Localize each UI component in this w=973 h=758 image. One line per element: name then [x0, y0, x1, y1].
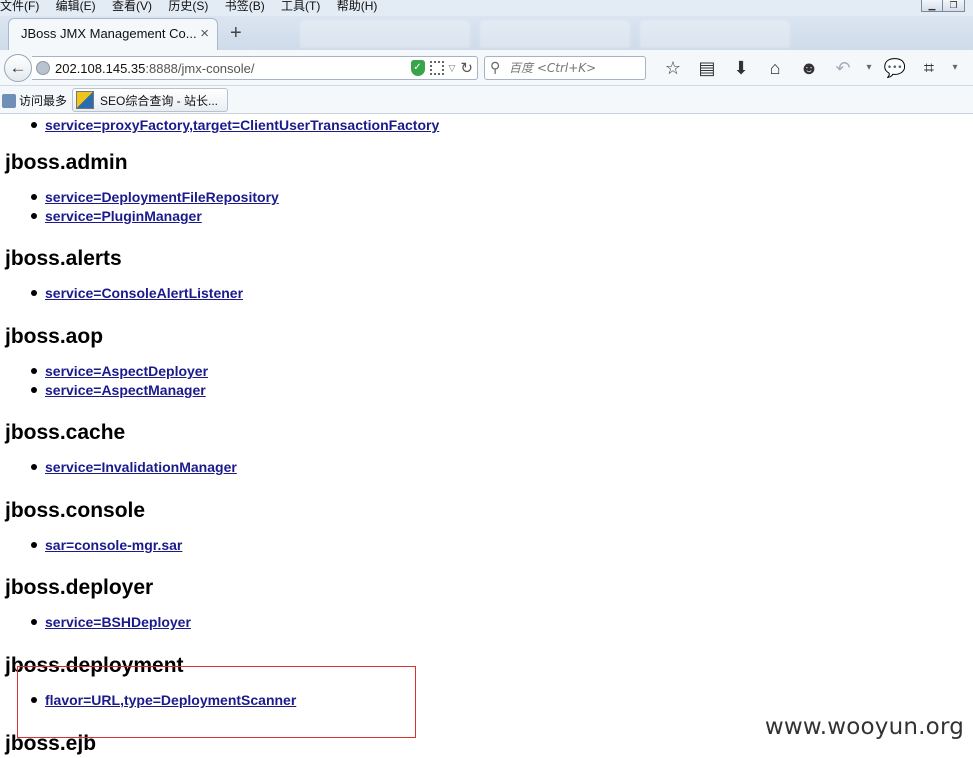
link-list: service=ConsoleAlertListener: [30, 284, 243, 303]
domain-heading: jboss.cache: [5, 421, 126, 444]
highlight-annotation: [17, 666, 416, 738]
tab-strip: JBoss JMX Management Co... × +: [0, 16, 973, 50]
download-icon[interactable]: ⬇: [724, 57, 758, 79]
menu-history[interactable]: 历史(S): [168, 0, 208, 13]
link-list: service=DeploymentFileRepository service…: [31, 188, 279, 226]
menu-help[interactable]: 帮助(H): [337, 0, 378, 13]
list-item: service=DeploymentFileRepository: [31, 188, 279, 207]
mbean-link[interactable]: sar=console-mgr.sar: [45, 537, 182, 553]
shield-check-icon[interactable]: ✓: [410, 60, 425, 76]
mbean-link[interactable]: service=AspectDeployer: [45, 363, 208, 379]
chat-icon[interactable]: 💬: [878, 57, 912, 79]
url-bar-icons: ✓ ▽ ↻: [410, 59, 473, 77]
bookmark-label: 访问最多: [19, 94, 68, 108]
search-input[interactable]: [509, 60, 639, 76]
list-item: service=InvalidationManager: [31, 458, 237, 477]
tab-jmx-console[interactable]: JBoss JMX Management Co... ×: [8, 18, 218, 50]
domain-section: jboss.alerts service=ConsoleAlertListene…: [5, 247, 243, 303]
new-tab-icon[interactable]: +: [230, 22, 242, 45]
link-list: service=BSHDeployer: [31, 613, 191, 632]
list-item: service=PluginManager: [31, 207, 279, 226]
menu-bar: 文件(F) 编辑(E) 查看(V) 历史(S) 书签(B) 工具(T) 帮助(H…: [0, 0, 973, 16]
watermark: www.wooyun.org: [764, 714, 964, 740]
link-list: service=InvalidationManager: [31, 458, 237, 477]
toolbar-icons: ☆ ▤ ⬇ ⌂ ☻ ↶ ▾ 💬 ⌗ ▾: [656, 57, 964, 79]
search-box[interactable]: ⚲: [484, 56, 646, 80]
domain-heading: jboss.aop: [5, 325, 104, 348]
page-content: service=proxyFactory,target=ClientUserTr…: [0, 114, 973, 758]
mbean-link[interactable]: service=BSHDeployer: [45, 614, 191, 630]
bookmark-label: SEO综合查询 - 站长...: [100, 93, 219, 108]
dropdown-icon[interactable]: ▾: [860, 57, 878, 79]
list-item: sar=console-mgr.sar: [30, 536, 182, 555]
history-dropdown-icon[interactable]: ▽: [449, 63, 456, 74]
menu-arrow-icon[interactable]: ▾: [946, 57, 964, 79]
mbean-link[interactable]: service=DeploymentFileRepository: [45, 189, 279, 205]
domain-section: jboss.aop service=AspectDeployer service…: [5, 325, 208, 400]
mbean-link[interactable]: service=ConsoleAlertListener: [45, 285, 243, 301]
qr-code-icon[interactable]: [429, 61, 444, 75]
domain-heading: jboss.admin: [5, 151, 128, 174]
mbean-link[interactable]: service=proxyFactory,target=ClientUserTr…: [45, 117, 439, 133]
url-path: :8888/jmx-console/: [145, 61, 255, 76]
site-favicon-icon: [76, 91, 94, 109]
list-item: service=proxyFactory,target=ClientUserTr…: [30, 116, 439, 135]
menu-view[interactable]: 查看(V): [112, 0, 152, 13]
domain-heading: jboss.deployer: [5, 576, 154, 599]
bookmarks-toolbar: 访问最多 SEO综合查询 - 站长...: [0, 86, 973, 114]
reload-icon[interactable]: ↻: [460, 59, 473, 77]
minimize-icon[interactable]: ▁: [921, 0, 943, 12]
link-list: service=AspectDeployer service=AspectMan…: [30, 362, 208, 400]
back-arrow-icon[interactable]: ←: [4, 54, 32, 82]
mbean-link[interactable]: service=PluginManager: [45, 208, 202, 224]
close-icon[interactable]: ×: [200, 25, 209, 42]
background-tab[interactable]: [300, 20, 470, 48]
domain-section: jboss.admin service=DeploymentFileReposi…: [5, 151, 279, 226]
url-host: 202.108.145.35: [55, 61, 146, 76]
domain-heading: jboss.alerts: [5, 247, 122, 270]
list-item: service=ConsoleAlertListener: [30, 284, 243, 303]
domain-heading: jboss.console: [5, 499, 146, 522]
list-item: service=AspectDeployer: [30, 362, 208, 381]
restore-icon[interactable]: ❐: [943, 0, 965, 12]
home-icon[interactable]: ⌂: [758, 57, 792, 79]
url-text[interactable]: 202.108.145.35:8888/jmx-console/: [55, 61, 255, 76]
list-item: service=AspectManager: [30, 381, 208, 400]
domain-section: jboss.console sar=console-mgr.sar: [5, 499, 182, 555]
list-item: service=BSHDeployer: [31, 613, 191, 632]
emoji-icon[interactable]: ☻: [792, 57, 826, 79]
menu-bookmarks[interactable]: 书签(B): [225, 0, 265, 13]
background-tab[interactable]: [640, 20, 790, 48]
mbean-link[interactable]: service=AspectManager: [45, 382, 206, 398]
link-list: service=proxyFactory,target=ClientUserTr…: [30, 116, 439, 135]
background-tab[interactable]: [480, 20, 630, 48]
menu-edit[interactable]: 编辑(E): [56, 0, 96, 13]
window-controls: ▁ ❐: [921, 0, 965, 12]
crop-icon[interactable]: ⌗: [912, 57, 946, 79]
reading-list-icon[interactable]: ▤: [690, 57, 724, 79]
tab-title: JBoss JMX Management Co...: [21, 26, 197, 41]
domain-section: jboss.deployer service=BSHDeployer: [5, 576, 191, 632]
globe-icon: [36, 61, 50, 75]
domain-section: jboss.cache service=InvalidationManager: [5, 421, 237, 477]
bookmark-seo[interactable]: SEO综合查询 - 站长...: [72, 88, 228, 112]
undo-icon[interactable]: ↶: [826, 57, 860, 79]
mbean-link[interactable]: service=InvalidationManager: [45, 459, 237, 475]
url-bar[interactable]: 202.108.145.35:8888/jmx-console/ ✓ ▽ ↻: [32, 56, 478, 80]
menu-file[interactable]: 文件(F): [0, 0, 39, 13]
folder-icon: [2, 93, 16, 108]
menu-tools[interactable]: 工具(T): [281, 0, 320, 13]
search-icon: ⚲: [490, 59, 501, 75]
navigation-bar: ← 202.108.145.35:8888/jmx-console/ ✓ ▽ ↻…: [0, 50, 973, 86]
star-icon[interactable]: ☆: [656, 57, 690, 79]
link-list: sar=console-mgr.sar: [30, 536, 182, 555]
bookmark-most-visited[interactable]: 访问最多: [2, 92, 67, 109]
